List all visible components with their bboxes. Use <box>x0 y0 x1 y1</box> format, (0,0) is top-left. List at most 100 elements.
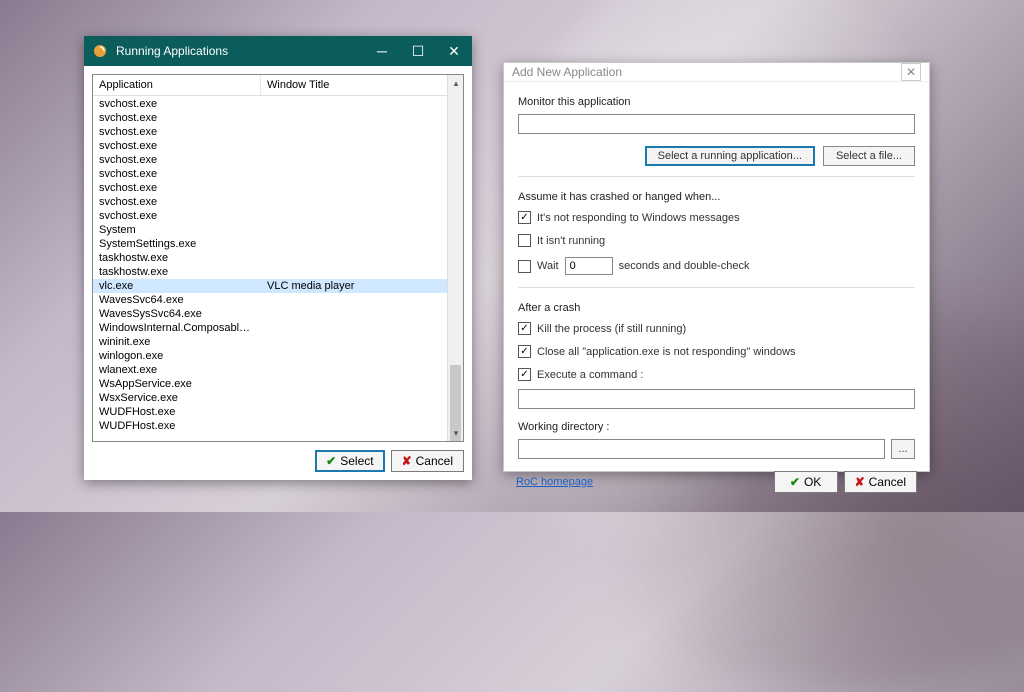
roc-homepage-link[interactable]: RoC homepage <box>516 476 593 488</box>
close-button[interactable]: ✕ <box>901 63 921 81</box>
dialog-titlebar[interactable]: Add New Application ✕ <box>504 63 929 82</box>
window-title: Running Applications <box>116 44 364 58</box>
cell-application: WindowsInternal.ComposableShell.E... <box>93 321 261 335</box>
select-file-button[interactable]: Select a file... <box>823 146 915 166</box>
table-row[interactable]: svchost.exe <box>93 125 447 139</box>
cell-application: svchost.exe <box>93 195 261 209</box>
minimize-button[interactable]: ─ <box>364 36 400 66</box>
table-row[interactable]: svchost.exe <box>93 153 447 167</box>
execute-command-input[interactable] <box>518 389 915 409</box>
table-row[interactable]: WsAppService.exe <box>93 377 447 391</box>
check-icon: ✔ <box>326 454 336 468</box>
table-row[interactable]: svchost.exe <box>93 195 447 209</box>
cell-application: System <box>93 223 261 237</box>
cell-window-title <box>261 209 447 223</box>
cell-window-title <box>261 419 447 433</box>
cell-application: taskhostw.exe <box>93 251 261 265</box>
process-list[interactable]: Application Window Title svchost.exesvch… <box>92 74 464 442</box>
x-icon: ✘ <box>402 454 412 468</box>
scrollbar[interactable]: ▴ ▾ <box>447 75 463 441</box>
cell-application: WsAppService.exe <box>93 377 261 391</box>
table-row[interactable]: svchost.exe <box>93 209 447 223</box>
scroll-up-icon[interactable]: ▴ <box>448 75 464 91</box>
select-button-label: Select <box>340 454 373 468</box>
cell-application: svchost.exe <box>93 153 261 167</box>
table-row[interactable]: svchost.exe <box>93 111 447 125</box>
table-row[interactable]: WUDFHost.exe <box>93 405 447 419</box>
cell-application: svchost.exe <box>93 209 261 223</box>
table-row[interactable]: WavesSvc64.exe <box>93 293 447 307</box>
cell-application: WavesSvc64.exe <box>93 293 261 307</box>
execute-command-checkbox[interactable]: ✓ <box>518 368 531 381</box>
working-directory-input[interactable] <box>518 439 885 459</box>
cell-window-title <box>261 195 447 209</box>
cell-application: SystemSettings.exe <box>93 237 261 251</box>
table-row[interactable]: vlc.exeVLC media player <box>93 279 447 293</box>
not-responding-checkbox[interactable]: ✓ <box>518 211 531 224</box>
cell-window-title <box>261 139 447 153</box>
table-row[interactable]: SystemSettings.exe <box>93 237 447 251</box>
titlebar[interactable]: Running Applications ─ ☐ ✕ <box>84 36 472 66</box>
wait-suffix: seconds and double-check <box>619 260 750 272</box>
cell-application: wininit.exe <box>93 335 261 349</box>
cell-application: svchost.exe <box>93 125 261 139</box>
cell-window-title <box>261 251 447 265</box>
cancel-button[interactable]: ✘ Cancel <box>391 450 464 472</box>
x-icon: ✘ <box>855 475 865 489</box>
column-application[interactable]: Application <box>93 75 261 95</box>
table-row[interactable]: System <box>93 223 447 237</box>
close-all-label: Close all "application.exe is not respon… <box>537 346 796 358</box>
add-new-application-window: Add New Application ✕ Monitor this appli… <box>503 62 930 472</box>
cell-application: svchost.exe <box>93 181 261 195</box>
table-row[interactable]: svchost.exe <box>93 181 447 195</box>
assume-crash-label: Assume it has crashed or hanged when... <box>518 191 915 203</box>
maximize-button[interactable]: ☐ <box>400 36 436 66</box>
browse-directory-button[interactable]: ... <box>891 439 915 459</box>
table-row[interactable]: winlogon.exe <box>93 349 447 363</box>
cell-window-title <box>261 125 447 139</box>
table-row[interactable]: wininit.exe <box>93 335 447 349</box>
not-responding-label: It's not responding to Windows messages <box>537 212 740 224</box>
cell-application: WsxService.exe <box>93 391 261 405</box>
table-row[interactable]: WavesSysSvc64.exe <box>93 307 447 321</box>
table-row[interactable]: svchost.exe <box>93 139 447 153</box>
cell-application: svchost.exe <box>93 167 261 181</box>
table-row[interactable]: svchost.exe <box>93 167 447 181</box>
dialog-title: Add New Application <box>512 65 901 79</box>
table-row[interactable]: taskhostw.exe <box>93 251 447 265</box>
not-running-checkbox[interactable] <box>518 234 531 247</box>
table-row[interactable]: WindowsInternal.ComposableShell.E... <box>93 321 447 335</box>
cell-window-title: VLC media player <box>261 279 447 293</box>
wait-checkbox[interactable] <box>518 260 531 273</box>
table-row[interactable]: WUDFHost.exe <box>93 419 447 433</box>
cancel-button[interactable]: ✘Cancel <box>844 471 917 493</box>
cell-application: WavesSysSvc64.exe <box>93 307 261 321</box>
select-running-application-button[interactable]: Select a running application... <box>645 146 815 166</box>
cell-application: svchost.exe <box>93 97 261 111</box>
close-button[interactable]: ✕ <box>436 36 472 66</box>
cell-window-title <box>261 167 447 181</box>
table-row[interactable]: WsxService.exe <box>93 391 447 405</box>
kill-process-checkbox[interactable]: ✓ <box>518 322 531 335</box>
wait-seconds-input[interactable] <box>565 257 613 275</box>
table-row[interactable]: svchost.exe <box>93 97 447 111</box>
cancel-button-label: Cancel <box>416 454 453 468</box>
column-window-title[interactable]: Window Title <box>261 75 463 95</box>
cell-application: svchost.exe <box>93 139 261 153</box>
cell-window-title <box>261 349 447 363</box>
cell-window-title <box>261 181 447 195</box>
cell-window-title <box>261 293 447 307</box>
working-directory-label: Working directory : <box>518 421 915 433</box>
ok-button-label: OK <box>804 475 821 489</box>
wait-label: Wait <box>537 260 559 272</box>
cell-window-title <box>261 363 447 377</box>
table-row[interactable]: wlanext.exe <box>93 363 447 377</box>
cell-window-title <box>261 111 447 125</box>
close-all-checkbox[interactable]: ✓ <box>518 345 531 358</box>
table-row[interactable]: taskhostw.exe <box>93 265 447 279</box>
scroll-down-icon[interactable]: ▾ <box>448 425 464 441</box>
select-button[interactable]: ✔ Select <box>315 450 384 472</box>
ok-button[interactable]: ✔OK <box>774 471 838 493</box>
monitor-application-input[interactable] <box>518 114 915 134</box>
cell-application: WUDFHost.exe <box>93 405 261 419</box>
